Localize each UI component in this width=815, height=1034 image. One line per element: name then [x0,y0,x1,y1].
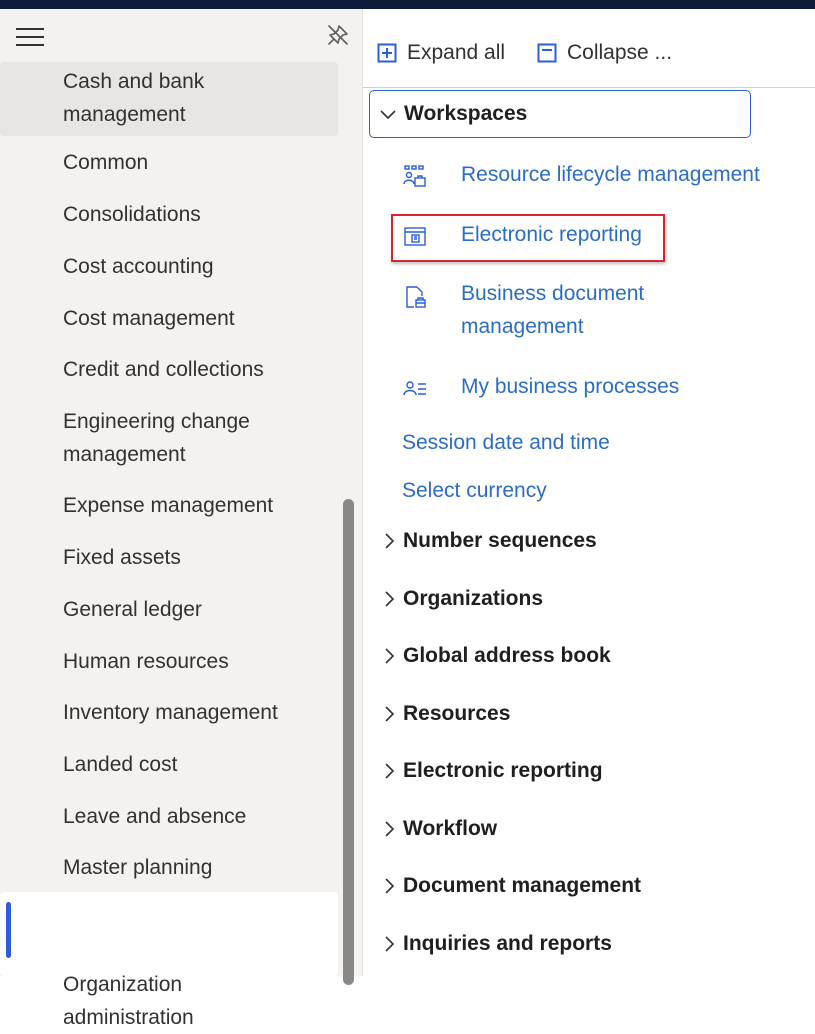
business-processes-icon [403,381,426,396]
expand-icon [377,43,397,63]
sidebar-scrollbar[interactable] [343,499,354,985]
chevron-right-icon [385,591,395,607]
section-organizations[interactable]: Organizations [379,587,543,611]
chevron-right-icon [385,706,395,722]
sidebar-item-label: Organization administration [63,973,194,1029]
section-document-management[interactable]: Document management [379,874,641,898]
sidebar-item-credit-and-collections[interactable]: Credit and collections [0,353,338,386]
pin-icon[interactable] [326,23,350,47]
section-label: Workflow [403,817,498,840]
resource-lifecycle-icon [403,165,426,187]
navigation-pane: Cash and bank management Common Consolid… [0,9,363,1029]
sidebar-item-inventory-management[interactable]: Inventory management [0,696,338,729]
link-business-document-management[interactable]: Business document management [461,277,644,343]
hamburger-icon[interactable] [16,28,44,46]
highlight-box [391,214,665,262]
chevron-right-icon [385,648,395,664]
chevron-right-icon [385,936,395,952]
collapse-icon [537,43,557,63]
section-inquiries-and-reports[interactable]: Inquiries and reports [379,932,612,956]
section-label: Inquiries and reports [403,932,612,955]
sidebar-item-master-planning[interactable]: Master planning [0,851,338,884]
sidebar-item-fixed-assets[interactable]: Fixed assets [0,541,338,574]
collapse-button[interactable]: Collapse ... [537,41,672,65]
link-select-currency[interactable]: Select currency [402,479,547,503]
sidebar-item-cost-accounting[interactable]: Cost accounting [0,250,338,283]
chevron-right-icon [385,878,395,894]
section-label: Organizations [403,587,544,610]
sidebar-item-engineering-change[interactable]: Engineering change management [0,405,338,471]
section-label: Resources [403,702,511,725]
chevron-down-icon [380,110,396,120]
section-workflow[interactable]: Workflow [379,817,497,841]
sidebar-item-human-resources[interactable]: Human resources [0,645,338,678]
main-content: Expand all Collapse ... Workspaces Resou… [363,9,815,976]
section-number-sequences[interactable]: Number sequences [379,529,597,553]
sidebar-item-common[interactable]: Common [0,146,338,179]
section-global-address-book[interactable]: Global address book [379,644,611,668]
top-bar [0,0,815,9]
business-document-icon [406,286,426,308]
section-label: Document management [403,874,642,897]
section-label: Number sequences [403,529,597,552]
collapse-label: Collapse ... [567,41,673,64]
expand-all-label: Expand all [407,41,506,64]
sidebar-item-consolidations[interactable]: Consolidations [0,198,338,231]
chevron-right-icon [385,821,395,837]
section-label: Global address book [403,644,611,667]
section-electronic-reporting[interactable]: Electronic reporting [379,759,603,783]
workspaces-section-header[interactable]: Workspaces [369,90,751,138]
sidebar-item-landed-cost[interactable]: Landed cost [0,748,338,781]
chevron-right-icon [385,533,395,549]
section-resources[interactable]: Resources [379,702,510,726]
section-label: Electronic reporting [403,759,603,782]
sidebar-item-organization-administration[interactable]: Organization administration [0,892,338,1029]
sidebar-item-expense-management[interactable]: Expense management [0,489,338,522]
sidebar-item-leave-and-absence[interactable]: Leave and absence [0,800,338,833]
sidebar-item-cost-management[interactable]: Cost management [0,302,338,335]
expand-all-button[interactable]: Expand all [377,41,505,65]
sidebar-item-cash-and-bank[interactable]: Cash and bank management [0,62,338,136]
selection-indicator [6,902,11,958]
link-my-business-processes[interactable]: My business processes [461,370,679,403]
link-resource-lifecycle-management[interactable]: Resource lifecycle management [461,158,760,191]
chevron-right-icon [385,763,395,779]
workspaces-label: Workspaces [404,102,528,125]
link-session-date-and-time[interactable]: Session date and time [402,431,610,455]
toolbar: Expand all Collapse ... [363,9,815,88]
sidebar-item-general-ledger[interactable]: General ledger [0,593,338,626]
